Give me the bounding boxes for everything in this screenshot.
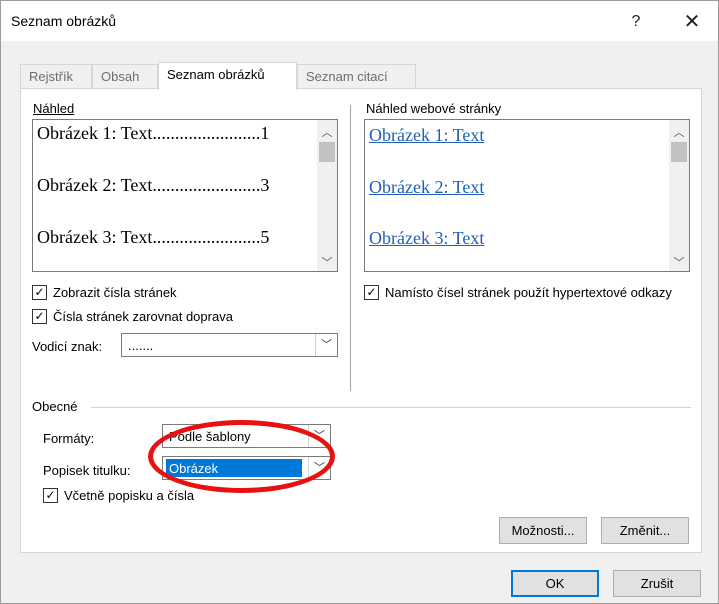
modify-button[interactable]: Změnit... [601, 517, 689, 544]
chevron-down-icon: ﹀ [308, 425, 330, 447]
tab-figures[interactable]: Seznam obrázků [158, 62, 297, 90]
vertical-divider [350, 105, 351, 391]
help-button[interactable]: ? [621, 9, 651, 35]
caption-label-select[interactable]: Obrázek ﹀ [162, 456, 331, 480]
caption-label-value: Obrázek [166, 459, 302, 477]
print-preview-scrollbar[interactable]: ︿ ﹀ [317, 120, 337, 271]
show-page-numbers-label: Zobrazit čísla stránek [53, 285, 177, 300]
leader-label: Vodicí znak: [32, 339, 103, 354]
cancel-button[interactable]: Zrušit [613, 570, 701, 597]
web-preview-link-3[interactable]: Obrázek 3: Text [369, 228, 484, 249]
tab-contents[interactable]: Obsah [92, 64, 158, 89]
print-preview-label: Náhled [33, 101, 75, 116]
ok-button[interactable]: OK [511, 570, 599, 597]
include-label-label: Včetně popisku a čísla [64, 488, 195, 503]
check-icon: ✓ [45, 488, 56, 502]
web-preview-box[interactable]: Obrázek 1: Text Obrázek 2: Text Obrázek … [364, 119, 690, 272]
check-icon: ✓ [366, 285, 377, 299]
close-button[interactable]: ✕ [677, 9, 707, 35]
use-hyperlinks-label: Namísto čísel stránek použít hypertextov… [385, 285, 672, 300]
scroll-thumb[interactable] [671, 142, 687, 162]
right-align-checkbox[interactable]: ✓ [32, 309, 47, 324]
print-preview-box[interactable]: Obrázek 1: Text........................1… [32, 119, 338, 272]
tab-figures-label: Seznam obrázků [167, 67, 265, 82]
formats-select[interactable]: Podle šablony ﹀ [162, 424, 331, 448]
section-divider [91, 407, 691, 408]
formats-label: Formáty: [43, 431, 95, 446]
preview-line-2: Obrázek 2: Text........................3 [37, 175, 270, 195]
preview-line-3: Obrázek 3: Text........................5 [37, 227, 270, 247]
chevron-down-icon: ﹀ [315, 334, 337, 356]
formats-value: Podle šablony [169, 429, 251, 444]
leader-select[interactable]: ....... ﹀ [121, 333, 338, 357]
options-button[interactable]: Možnosti... [499, 517, 587, 544]
include-label-checkbox[interactable]: ✓ [43, 488, 58, 503]
tab-index[interactable]: Rejstřík [20, 64, 92, 89]
leader-value: ....... [128, 338, 154, 353]
tab-panel: Náhled Obrázek 1: Text..................… [20, 88, 702, 553]
tab-citations[interactable]: Seznam citací [297, 64, 416, 89]
general-section-label: Obecné [32, 399, 78, 414]
web-preview-label: Náhled webové stránky [366, 101, 502, 116]
use-hyperlinks-checkbox[interactable]: ✓ [364, 285, 379, 300]
scroll-up-icon[interactable]: ︿ [669, 124, 689, 140]
show-page-numbers-checkbox[interactable]: ✓ [32, 285, 47, 300]
right-align-label: Čísla stránek zarovnat doprava [53, 309, 233, 324]
window-title: Seznam obrázků [11, 13, 117, 29]
title-bar: Seznam obrázků ? ✕ [1, 1, 718, 41]
scroll-up-icon[interactable]: ︿ [317, 124, 337, 140]
dialog-window: Seznam obrázků ? ✕ Rejstřík Obsah Seznam… [0, 0, 719, 604]
web-preview-link-2[interactable]: Obrázek 2: Text [369, 177, 484, 198]
caption-label-label: Popisek titulku: [43, 463, 131, 478]
check-icon: ✓ [34, 309, 45, 323]
preview-line-1: Obrázek 1: Text........................1 [37, 123, 270, 143]
web-preview-scrollbar[interactable]: ︿ ﹀ [669, 120, 689, 271]
scroll-down-icon[interactable]: ﹀ [317, 254, 337, 270]
web-preview-link-1[interactable]: Obrázek 1: Text [369, 125, 484, 146]
scroll-down-icon[interactable]: ﹀ [669, 254, 689, 270]
check-icon: ✓ [34, 285, 45, 299]
scroll-thumb[interactable] [319, 142, 335, 162]
chevron-down-icon: ﹀ [308, 457, 330, 479]
